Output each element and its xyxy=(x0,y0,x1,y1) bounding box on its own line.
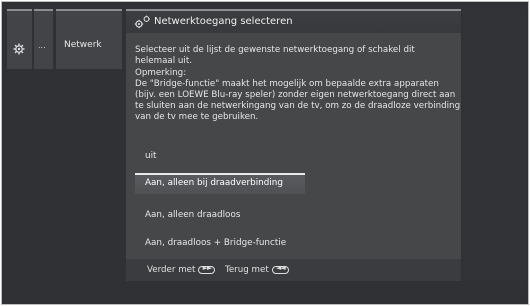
breadcrumb-settings[interactable] xyxy=(7,9,32,69)
dialog-footer: Verder met ►► Terug met ◄◄ xyxy=(126,259,461,281)
divider xyxy=(7,9,32,11)
network-access-dialog: Netwerktoegang selecteren Selecteer uit … xyxy=(126,9,461,281)
tv-screen: ... Netwerk Netwerktoegang selecteren Se… xyxy=(1,1,529,305)
remark-label: Opmerking: xyxy=(135,68,187,78)
back-hint[interactable]: Terug met ◄◄ xyxy=(225,264,289,275)
option-wireless-only[interactable]: Aan, alleen draadloos xyxy=(135,205,305,226)
back-button-icon: ◄◄ xyxy=(271,264,289,274)
option-off[interactable]: uit xyxy=(135,146,305,167)
option-wireless-bridge[interactable]: Aan, draadloos + Bridge-functie xyxy=(135,233,305,254)
option-wired-only[interactable]: Aan, alleen bij draadverbinding xyxy=(135,173,305,194)
dialog-intro-text: Selecteer uit de lijst de gewenste netwe… xyxy=(135,45,415,66)
gear-icon xyxy=(13,43,25,55)
breadcrumb-ellipsis-label: ... xyxy=(38,41,46,50)
divider xyxy=(126,9,461,11)
dialog-header: Netwerktoegang selecteren xyxy=(126,9,461,33)
forward-hint[interactable]: Verder met ►► xyxy=(147,264,216,275)
breadcrumb-network-label: Netwerk xyxy=(64,40,102,50)
dialog-title: Netwerktoegang selecteren xyxy=(154,16,293,27)
screen-content: ... Netwerk Netwerktoegang selecteren Se… xyxy=(5,5,527,301)
forward-label: Verder met xyxy=(147,265,196,275)
breadcrumb-network[interactable]: Netwerk xyxy=(56,9,122,69)
network-icon xyxy=(134,15,150,29)
divider xyxy=(34,9,53,11)
remark-text: De "Bridge-functie" maakt het mogelijk o… xyxy=(135,79,461,122)
right-panel xyxy=(463,9,527,281)
breadcrumb-ellipsis[interactable]: ... xyxy=(34,9,53,69)
back-label: Terug met xyxy=(225,265,269,275)
divider xyxy=(56,9,122,11)
forward-button-icon: ►► xyxy=(198,264,216,274)
